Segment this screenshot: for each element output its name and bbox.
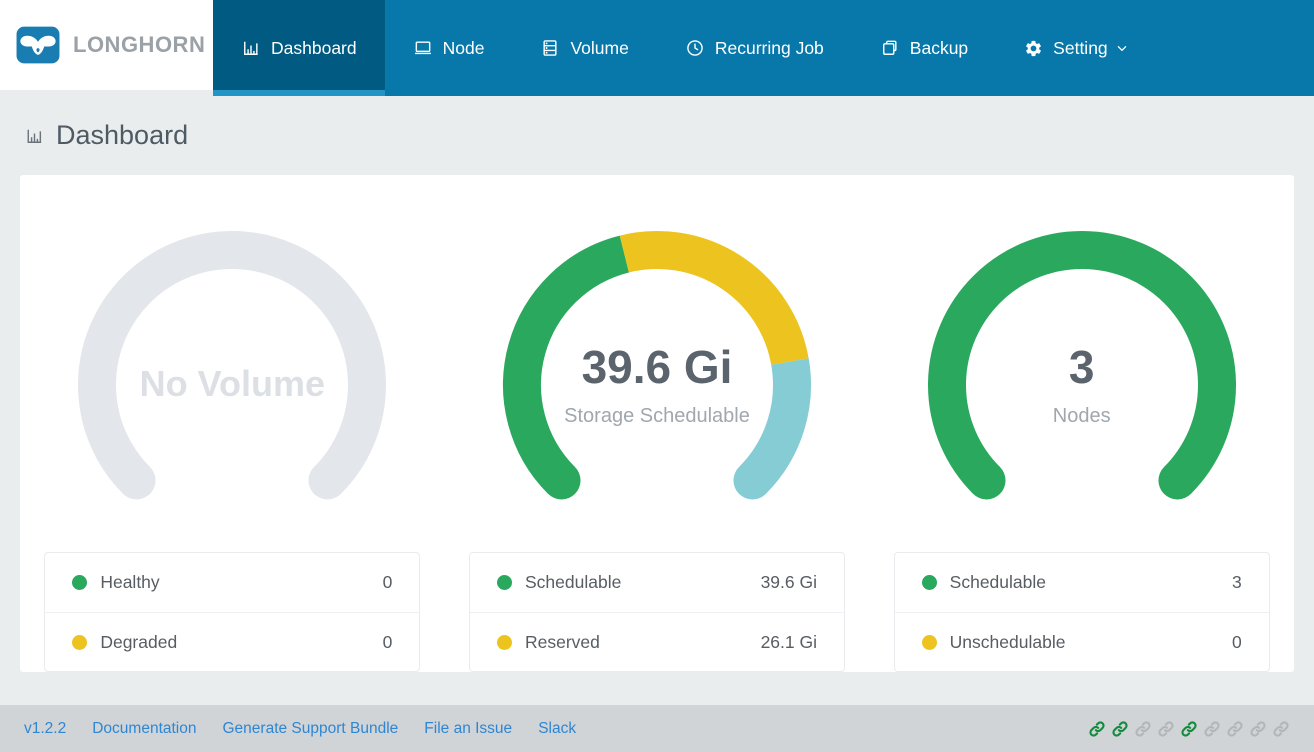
- dashboard-page: Dashboard No Volume Healthy 0 Degraded 0 39…: [0, 120, 1314, 672]
- version-link[interactable]: v1.2.2: [24, 720, 66, 738]
- tab-setting[interactable]: Setting: [996, 0, 1157, 96]
- legend-color-dot: [497, 634, 512, 650]
- chain-link-icon: [1181, 720, 1197, 737]
- chain-link-icon: [1135, 720, 1151, 737]
- chain-link-icon: [1273, 720, 1289, 737]
- brand-name: LONGHORN: [73, 32, 206, 57]
- page-title: Dashboard: [56, 120, 189, 150]
- legend-color-dot: [72, 634, 88, 650]
- chain-link-icon: [1204, 720, 1220, 737]
- gear-icon: [1026, 40, 1042, 56]
- nodes-gauge-arc: [927, 231, 1236, 500]
- volume-legend: Healthy 0 Degraded 0: [44, 552, 421, 672]
- legend-label: Healthy: [100, 572, 160, 592]
- longhorn-bull-icon: [16, 26, 60, 64]
- legend-color-dot: [921, 634, 937, 650]
- volume-section: No Volume Healthy 0 Degraded 0: [20, 175, 445, 672]
- tab-label: Node: [442, 37, 485, 58]
- chain-link-icon: [1227, 720, 1243, 737]
- legend-label: Degraded: [100, 631, 178, 652]
- tab-label: Recurring Job: [714, 37, 824, 58]
- chain-link-icon: [1158, 720, 1174, 737]
- legend-color-dot: [921, 575, 937, 590]
- legend-value: 0: [382, 631, 393, 652]
- clock-icon: [687, 40, 703, 56]
- legend-value: 39.6 Gi: [760, 572, 817, 592]
- volume-donut-chart: No Volume: [72, 225, 392, 516]
- legend-label: Reserved: [525, 631, 600, 652]
- storage-legend: Schedulable 39.6 Gi Reserved 26.1 Gi: [469, 552, 845, 672]
- top-nav-bar: LONGHORN Dashboard Node Volume Recurring…: [0, 0, 1314, 96]
- bar-chart-icon: [244, 41, 258, 55]
- legend-label: Schedulable: [525, 572, 622, 592]
- legend-label: Schedulable: [949, 572, 1046, 592]
- legend-row: Degraded 0: [45, 612, 420, 671]
- tab-backup[interactable]: Setting Backup: [852, 0, 996, 96]
- file-an-issue-link[interactable]: File an Issue: [424, 720, 512, 738]
- chain-link-icon: [1112, 720, 1128, 737]
- server-stack-icon: [543, 40, 558, 56]
- legend-color-dot: [72, 575, 88, 590]
- footer-bar: v1.2.2 Documentation Generate Support Bu…: [0, 705, 1314, 752]
- longhorn-logo[interactable]: LONGHORN: [0, 0, 213, 90]
- copy-icon: [882, 40, 897, 55]
- chain-link-icon: [1089, 720, 1105, 737]
- storage-gauge-arc: [503, 231, 811, 500]
- tab-volume[interactable]: Volume: [512, 0, 656, 96]
- legend-row: Reserved 26.1 Gi: [470, 612, 844, 671]
- storage-section: 39.6 Gi Storage Schedulable Schedulable 3…: [445, 175, 870, 672]
- legend-color-dot: [497, 575, 512, 590]
- dashboard-panel: No Volume Healthy 0 Degraded 0 39.6 Gi Stor…: [20, 175, 1294, 672]
- tab-dashboard[interactable]: Dashboard: [213, 0, 385, 96]
- bar-chart-icon: [27, 129, 42, 143]
- tab-node[interactable]: Node: [385, 0, 513, 96]
- page-title-row: Dashboard: [24, 120, 1314, 151]
- nodes-section: 3 Nodes Schedulable 3 Unschedulable 0: [869, 175, 1294, 672]
- laptop-icon: [414, 41, 431, 55]
- legend-row: Schedulable 3: [895, 553, 1269, 612]
- volume-gauge-arc: [78, 231, 387, 500]
- tab-label: Volume: [570, 37, 629, 58]
- tab-recurring-job[interactable]: Recurring Job: [657, 0, 852, 96]
- nodes-legend: Schedulable 3 Unschedulable 0: [893, 552, 1270, 672]
- storage-donut-chart: 39.6 Gi Storage Schedulable: [497, 225, 817, 516]
- legend-label: Unschedulable: [949, 631, 1066, 652]
- tab-label: Backup: [909, 37, 969, 58]
- chevron-down-icon: [1117, 45, 1127, 52]
- connection-status-icons: [1088, 720, 1290, 738]
- generate-support-bundle-link[interactable]: Generate Support Bundle: [223, 720, 399, 738]
- tab-label: Dashboard: [271, 37, 357, 58]
- legend-row: Healthy 0: [45, 553, 419, 612]
- nodes-donut-chart: 3 Nodes: [922, 225, 1242, 516]
- legend-row: Unschedulable 0: [894, 612, 1269, 671]
- legend-value: 3: [1231, 572, 1242, 592]
- legend-value: 26.1 Gi: [760, 631, 817, 652]
- slack-link[interactable]: Slack: [538, 720, 576, 738]
- tab-label: Setting: [1053, 37, 1108, 58]
- legend-value: 0: [382, 572, 393, 592]
- legend-row: Schedulable 39.6 Gi: [470, 553, 844, 612]
- main-nav: Dashboard Node Volume Recurring Job Back…: [213, 0, 1314, 96]
- legend-value: 0: [1231, 631, 1242, 652]
- chain-link-icon: [1250, 720, 1266, 737]
- documentation-link[interactable]: Documentation: [92, 720, 196, 738]
